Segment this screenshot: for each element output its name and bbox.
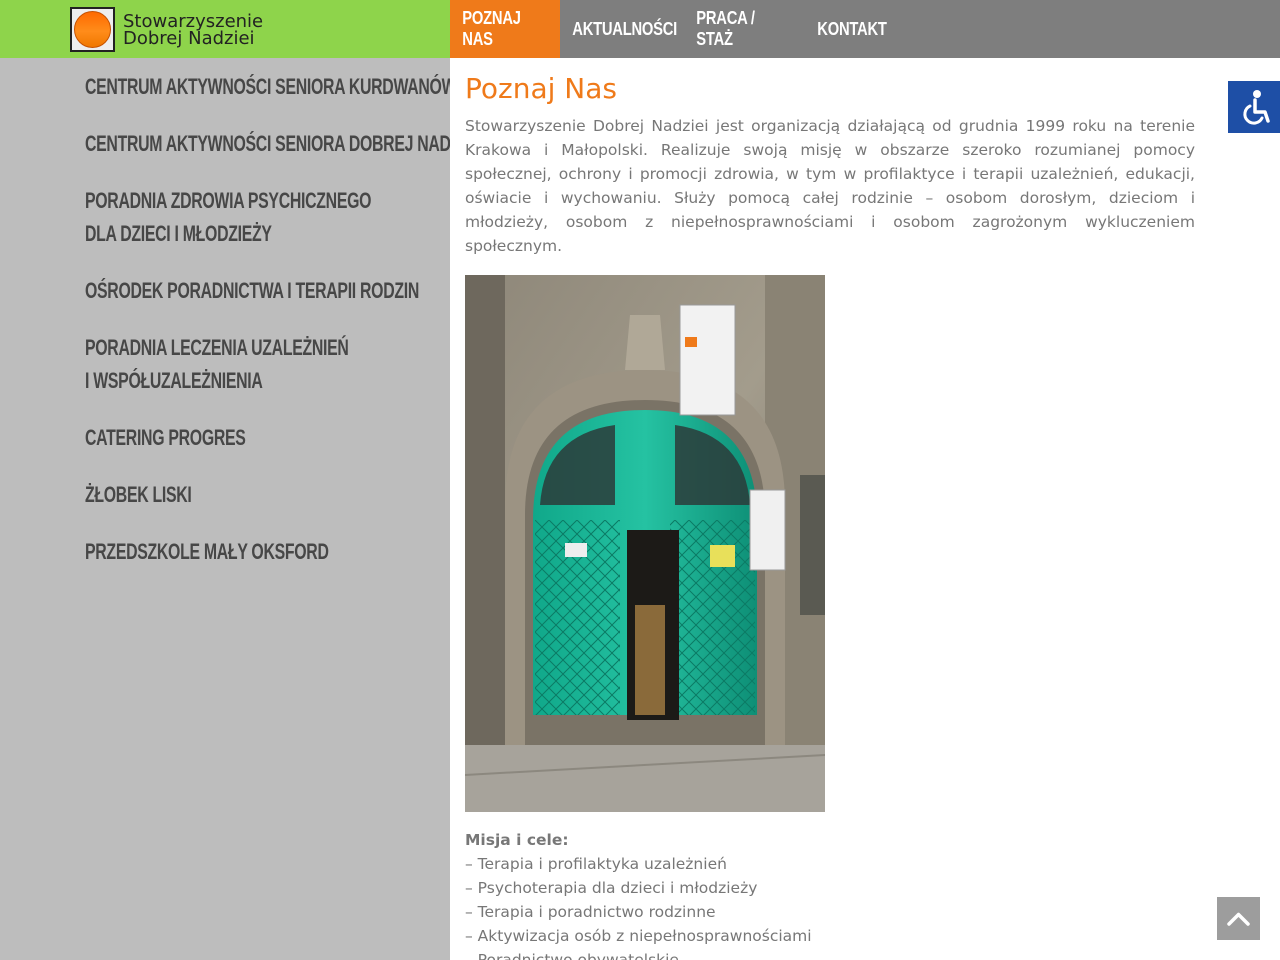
- nav-item-kontakt[interactable]: Kontakt: [805, 0, 905, 58]
- sidebar-item-label: Poradnia Leczenia Uzależnień: [85, 335, 349, 360]
- sidebar-item-label: Poradnia Zdrowia Psychicznego: [85, 188, 372, 213]
- building-entrance-photo: [465, 275, 825, 812]
- chevron-up-icon: [1227, 912, 1250, 926]
- nav-item-poznaj-nas[interactable]: Poznaj nas: [450, 0, 560, 58]
- intro-paragraph: Stowarzyszenie Dobrej Nadziei jest organ…: [465, 117, 1195, 255]
- sidebar-item-zlobek-liski[interactable]: Żłobek Liski: [85, 478, 344, 511]
- accessibility-button[interactable]: [1228, 81, 1280, 133]
- mission-title: Misja i cele:: [465, 831, 569, 849]
- site-logo[interactable]: Stowarzyszenie Dobrej Nadziei: [70, 7, 263, 52]
- nav-item-aktualnosci[interactable]: Aktualności: [560, 0, 684, 58]
- sidebar-item-label: Catering Progres: [85, 425, 246, 450]
- sidebar-item-przedszkole[interactable]: Przedszkole Mały Oksford: [85, 535, 344, 568]
- mission-item: – Terapia i poradnictwo rodzinne: [465, 903, 716, 921]
- sidebar: Centrum Aktywności Seniora Kurdwanów Cen…: [0, 58, 479, 960]
- sidebar-item-catering-progres[interactable]: Catering Progres: [85, 421, 344, 454]
- nav-item-praca-staz[interactable]: Praca / Staż: [684, 0, 805, 58]
- main-nav: Poznaj nas Aktualności Praca / Staż Kont…: [450, 0, 905, 58]
- logo-mark-icon: [70, 7, 115, 52]
- mission-item: – Aktywizacja osób z niepełnosprawnościa…: [465, 927, 812, 945]
- sidebar-item-label: Centrum Aktywności Seniora Kurdwanów: [85, 74, 457, 99]
- mission-section: Misja i cele: – Terapia i profilaktyka u…: [465, 828, 812, 960]
- back-to-top-button[interactable]: [1217, 897, 1260, 940]
- accessibility-icon: [1243, 90, 1270, 125]
- nav-label: Kontakt: [817, 18, 887, 39]
- mission-item: – Poradnictwo obywatelskie: [465, 951, 679, 960]
- sidebar-item-label-2: i Współuzależnienia: [85, 368, 263, 393]
- logo-text: Stowarzyszenie Dobrej Nadziei: [123, 10, 264, 49]
- nav-label: Aktualności: [572, 18, 678, 39]
- sidebar-item-label-2: dla Dzieci i Młodzieży: [85, 221, 272, 246]
- page-title: Poznaj Nas: [465, 72, 617, 105]
- sidebar-item-label: Ośrodek Poradnictwa i Terapii Rodzin: [85, 278, 420, 303]
- logo-line-1: Stowarzyszenie: [123, 10, 264, 32]
- main-content: Poznaj Nas Stowarzyszenie Dobrej Nadziei…: [450, 58, 1280, 960]
- logo-line-2: Dobrej Nadziei: [123, 27, 255, 49]
- sidebar-item-poradnia-zdrowia[interactable]: Poradnia Zdrowia Psychicznego dla Dzieci…: [85, 184, 372, 250]
- sidebar-item-cas-kurdwanow[interactable]: Centrum Aktywności Seniora Kurdwanów: [85, 70, 457, 103]
- sidebar-item-cas-dobrej-nadziei[interactable]: Centrum Aktywności Seniora Dobrej Nadzie…: [85, 127, 479, 160]
- sidebar-item-osrodek-poradnictwa[interactable]: Ośrodek Poradnictwa i Terapii Rodzin: [85, 274, 420, 307]
- sidebar-item-label: Żłobek Liski: [85, 482, 192, 507]
- nav-label: Praca / Staż: [696, 8, 755, 49]
- mission-item: – Terapia i profilaktyka uzależnień: [465, 855, 727, 873]
- header-brand-area: Stowarzyszenie Dobrej Nadziei: [0, 0, 450, 58]
- sidebar-menu: Centrum Aktywności Seniora Kurdwanów Cen…: [85, 70, 479, 592]
- sidebar-item-poradnia-uzaleznien[interactable]: Poradnia Leczenia Uzależnień i Współuzal…: [85, 331, 349, 397]
- mission-item: – Psychoterapia dla dzieci i młodzieży: [465, 879, 758, 897]
- sidebar-item-label: Centrum Aktywności Seniora Dobrej Nadzie…: [85, 131, 479, 156]
- nav-label: Poznaj nas: [462, 8, 521, 49]
- sidebar-item-label: Przedszkole Mały Oksford: [85, 539, 329, 564]
